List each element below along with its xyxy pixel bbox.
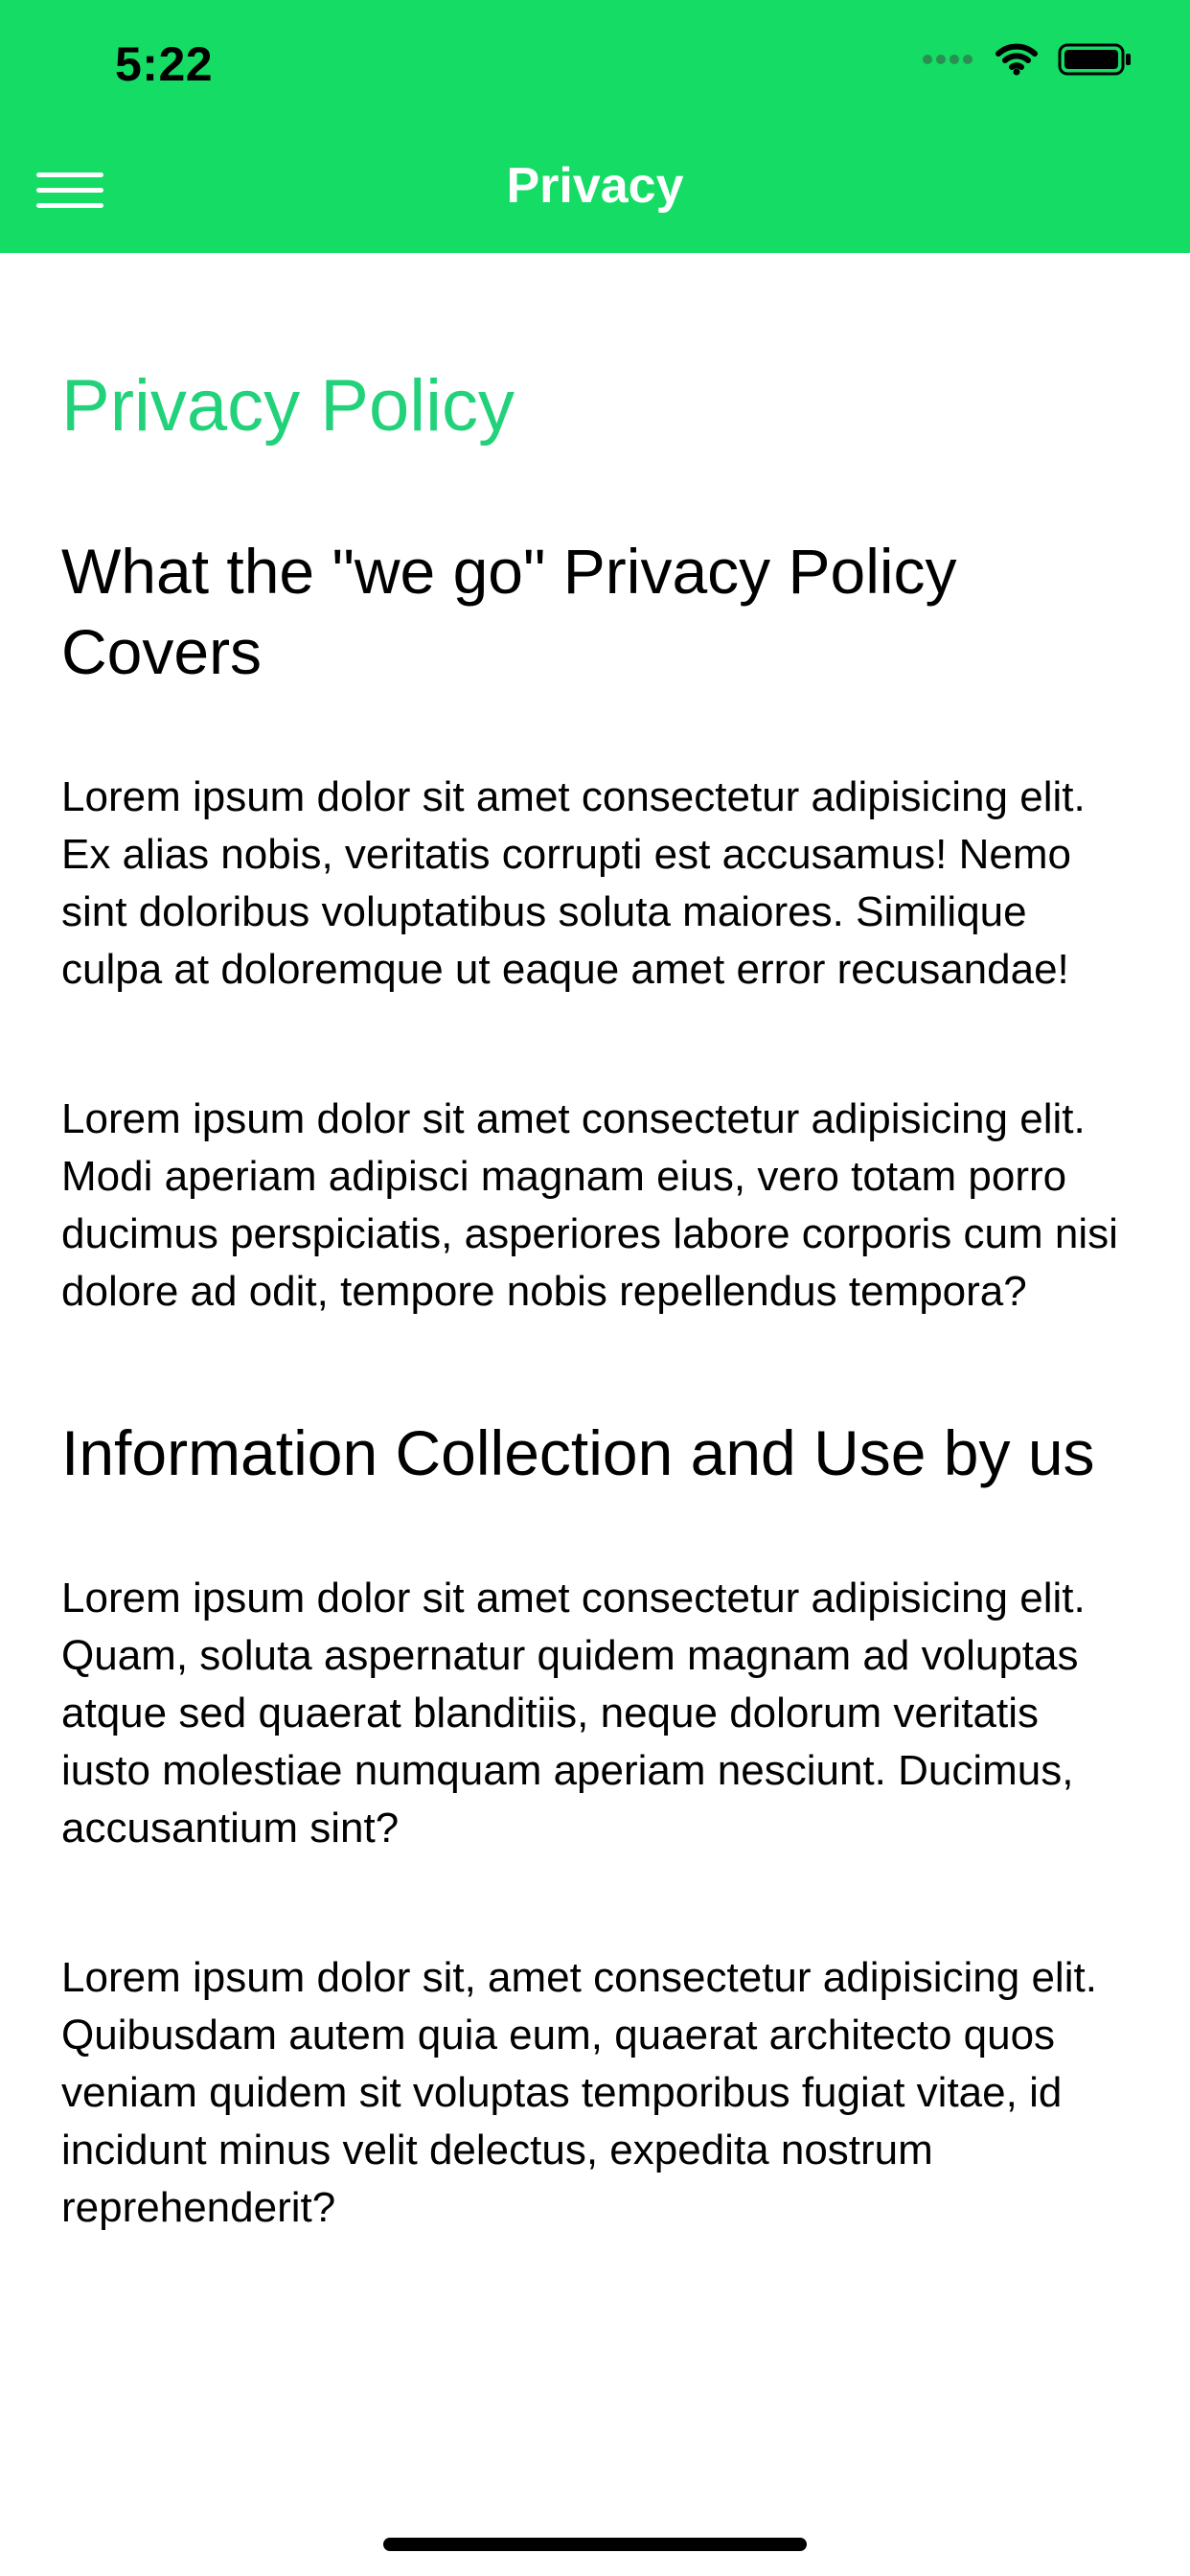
section-paragraph: Lorem ipsum dolor sit amet consectetur a… — [61, 773, 1086, 994]
section-paragraph: Lorem ipsum dolor sit, amet consectetur … — [61, 1954, 1097, 2232]
signal-dots-icon — [922, 53, 975, 71]
page-title: Privacy Policy — [61, 365, 515, 447]
battery-icon — [1058, 42, 1133, 81]
section-paragraph: Lorem ipsum dolor sit amet consectetur a… — [61, 1095, 1118, 1316]
privacy-content: Privacy Policy What the "we go" Privacy … — [61, 362, 1134, 2237]
home-indicator[interactable] — [383, 2538, 807, 2551]
app-header: 5:22 Privacy — [0, 0, 1190, 253]
status-time: 5:22 — [115, 37, 214, 91]
section-heading-information-collection: Information Collection and Use by us — [61, 1417, 1095, 1489]
wifi-icon — [995, 42, 1039, 81]
page-header-title: Privacy — [506, 158, 684, 214]
section-paragraph: Lorem ipsum dolor sit amet consectetur a… — [61, 1575, 1086, 1852]
status-icons — [922, 42, 1133, 80]
section-heading-covers: What the "we go" Privacy Policy Covers — [61, 536, 957, 688]
